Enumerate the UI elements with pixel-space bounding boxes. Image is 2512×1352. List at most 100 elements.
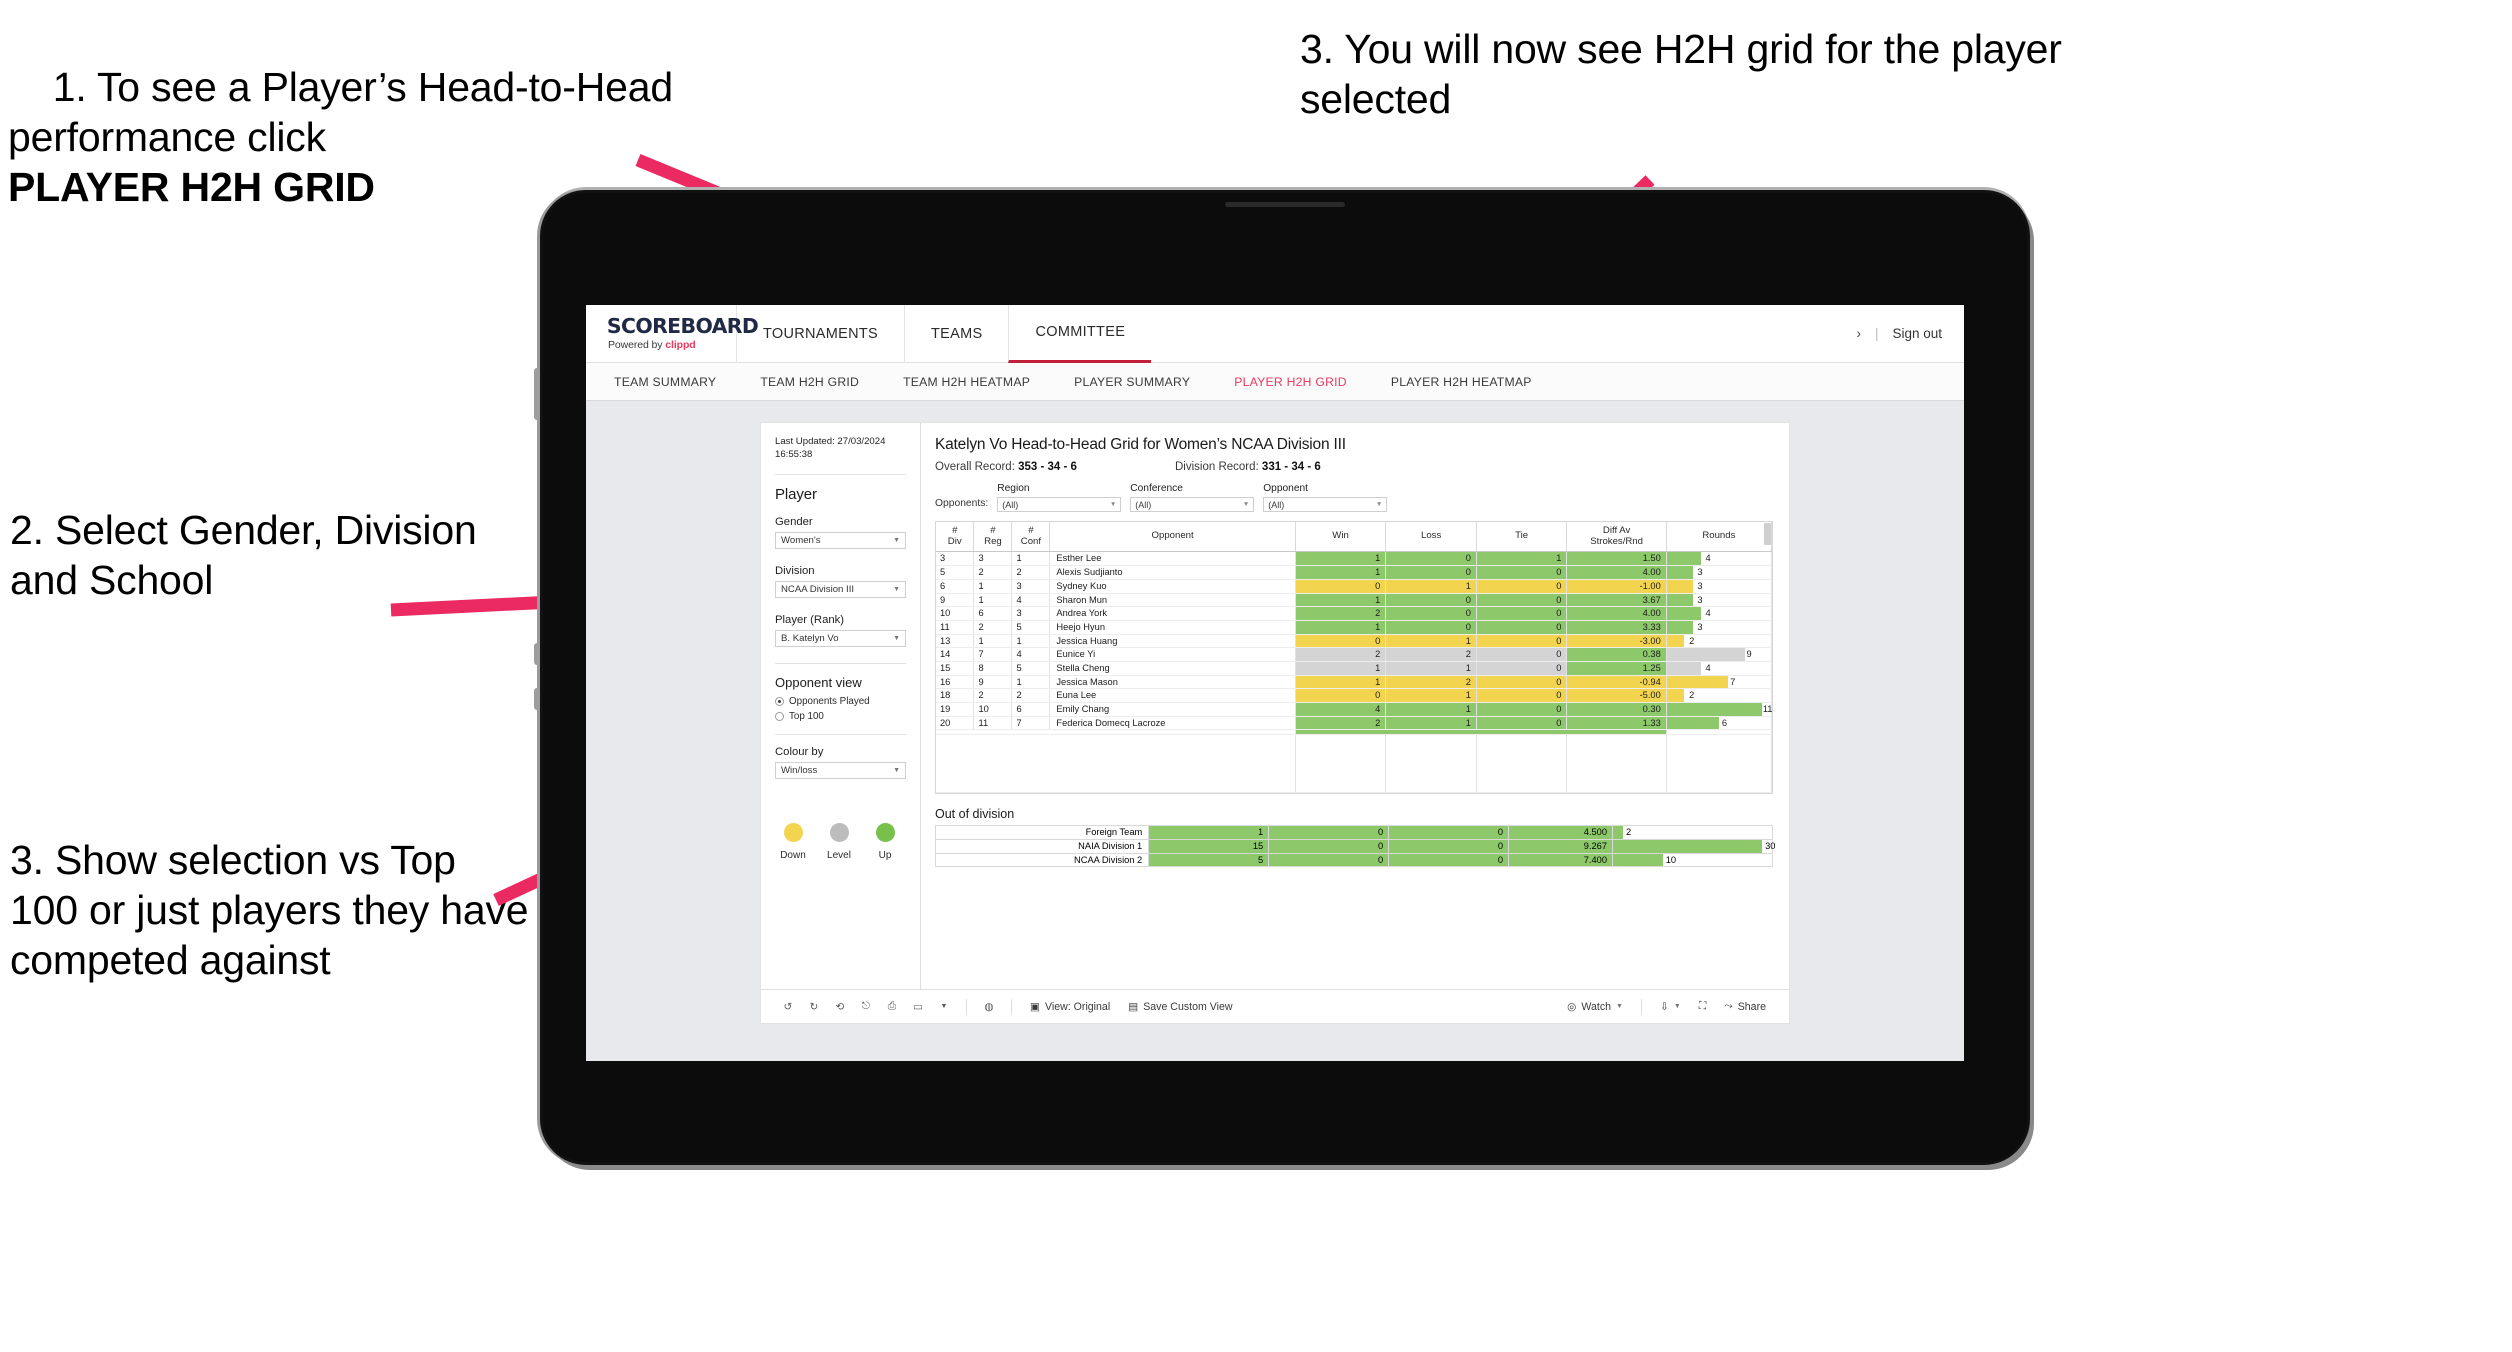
cell-win: 1 — [1295, 661, 1387, 676]
filter-opponent: Opponent (All) ▼ — [1263, 483, 1388, 512]
revert-icon[interactable]: ⟲ — [827, 1001, 853, 1013]
filter-conference-select[interactable]: (All) ▼ — [1130, 497, 1255, 512]
nav-committee[interactable]: COMMITTEE — [1008, 305, 1152, 363]
table-row[interactable]: 19 10 6 Emily Chang 4 1 0 0.30 11 — [936, 702, 1772, 717]
subnav-team-h2h-grid[interactable]: TEAM H2H GRID — [738, 375, 881, 389]
cell-rounds: 4 — [1666, 661, 1773, 676]
chevron-down-icon: ▼ — [893, 766, 900, 774]
radio-opponents-played-label: Opponents Played — [789, 695, 870, 707]
filter-opponent-select[interactable]: (All) ▼ — [1263, 497, 1388, 512]
table-row[interactable]: 15 8 5 Stella Cheng 1 1 0 1.25 4 — [936, 661, 1773, 676]
cell-conf: 4 — [1011, 647, 1051, 662]
save-custom-view-button[interactable]: ▤ Save Custom View — [1119, 1001, 1241, 1013]
view-original-button[interactable]: ▣ View: Original — [1021, 1001, 1119, 1013]
subnav-team-h2h-heatmap[interactable]: TEAM H2H HEATMAP — [881, 375, 1052, 389]
cell-reg: 7 — [973, 647, 1013, 662]
colour-by-value: Win/loss — [781, 764, 818, 776]
cell-rounds: 4 — [1666, 551, 1773, 567]
subnav-player-h2h-heatmap[interactable]: PLAYER H2H HEATMAP — [1369, 375, 1554, 389]
dashboard-area: Last Updated: 27/03/2024 16:55:38 Player… — [586, 401, 1964, 1023]
cell-reg: 1 — [973, 593, 1013, 608]
cell-opponent: Sharon Mun — [1049, 593, 1296, 608]
filter-region-value: (All) — [1002, 499, 1019, 510]
radio-top-100[interactable]: Top 100 — [775, 711, 906, 722]
table-row[interactable]: 9 1 4 Sharon Mun 1 0 0 3.67 3 — [936, 593, 1773, 608]
cell-rounds: 2 — [1666, 634, 1773, 649]
player-rank-select[interactable]: B. Katelyn Vo ▼ — [775, 629, 906, 647]
watch-button[interactable]: ◎ Watch ▼ — [1558, 1001, 1632, 1013]
ood-rounds: 2 — [1612, 825, 1773, 841]
division-select[interactable]: NCAA Division III ▼ — [775, 580, 906, 598]
out-of-division-row[interactable]: Foreign Team 1 0 0 4.500 2 — [934, 825, 1773, 841]
subnav-player-summary[interactable]: PLAYER SUMMARY — [1052, 375, 1212, 389]
legend-item-down: Down — [779, 822, 807, 861]
undo-icon[interactable]: ↺ — [775, 1001, 801, 1013]
player-rank-value: B. Katelyn Vo — [781, 632, 839, 644]
colour-by-select[interactable]: Win/loss ▼ — [775, 761, 906, 779]
radio-opponents-played[interactable]: Opponents Played — [775, 696, 906, 707]
ood-rounds: 10 — [1612, 852, 1773, 868]
account-chevron-icon[interactable]: › — [1856, 326, 1861, 341]
gender-select[interactable]: Women's ▼ — [775, 531, 906, 549]
overall-record-value: 353 - 34 - 6 — [1018, 461, 1077, 473]
col-diff-av-strokes: Diff Av Strokes/Rnd — [1566, 522, 1667, 553]
tablet-device-frame: SCOREBOARD Powered by clippd TOURNAMENTS… — [534, 190, 2030, 1165]
chevron-down-icon: ▼ — [1375, 501, 1383, 508]
share-button[interactable]: ⤳ Share — [1715, 1000, 1775, 1013]
refresh-icon[interactable]: ⎋ — [853, 1000, 879, 1013]
col-div-text: Div — [947, 535, 962, 547]
tableau-viz: Last Updated: 27/03/2024 16:55:38 Player… — [761, 423, 1789, 1023]
redo-icon[interactable]: ↻ — [801, 1001, 827, 1013]
fullscreen-button[interactable]: ⛶ — [1690, 1000, 1715, 1013]
table-row[interactable]: 10 6 3 Andrea York 2 0 0 4.00 4 — [936, 606, 1773, 621]
cell-tie: 0 — [1476, 593, 1568, 608]
cell-tie: 0 — [1476, 661, 1568, 676]
zoom-icon[interactable]: ▭ — [905, 1001, 931, 1013]
ood-loss: 0 — [1268, 839, 1390, 854]
filter-region-select[interactable]: (All) ▼ — [997, 497, 1122, 512]
cell-loss: 2 — [1385, 675, 1477, 690]
clippd-brand: clippd — [665, 339, 696, 351]
cell-tie: 0 — [1476, 606, 1568, 621]
brand-logo[interactable]: SCOREBOARD Powered by clippd — [586, 316, 759, 351]
ood-loss: 0 — [1268, 852, 1390, 868]
out-of-division-row[interactable]: NAIA Division 1 15 0 0 9.267 30 — [934, 839, 1775, 854]
cell-reg: 1 — [973, 579, 1013, 594]
table-row[interactable]: 13 1 1 Jessica Huang 0 1 0 -3.00 2 — [936, 634, 1773, 649]
download-button[interactable]: ⇩ ▼ — [1651, 1001, 1690, 1013]
table-row[interactable]: 20 11 7 Federica Domecq Lacroze 2 1 0 1.33 6 — [936, 716, 1773, 731]
table-row[interactable]: 3 3 1 Esther Lee 1 0 1 1.50 4 — [936, 551, 1773, 567]
nav-teams[interactable]: TEAMS — [904, 305, 1008, 363]
nav-tournaments[interactable]: TOURNAMENTS — [736, 305, 904, 363]
table-row[interactable]: 18 2 2 Euna Lee 0 1 0 -5.00 2 — [936, 688, 1773, 704]
cell-loss: 1 — [1385, 634, 1477, 649]
table-row[interactable]: 16 9 1 Jessica Mason 1 2 0 -0.94 7 — [936, 675, 1773, 690]
pause-updates-icon[interactable]: ⎙ — [879, 1000, 905, 1013]
cell-rounds: 3 — [1666, 565, 1773, 580]
panel-divider-2 — [775, 662, 906, 664]
toolbar-divider-2 — [1011, 998, 1012, 1015]
table-row[interactable]: 5 2 2 Alexis Sudjianto 1 0 0 4.00 3 — [936, 565, 1773, 580]
filter-region-label: Region — [997, 483, 1030, 494]
h2h-grid: # Div # Reg # Conf Opponent Win Loss Tie Di… — [935, 521, 1773, 795]
highlight-icon[interactable]: ◍ — [976, 1001, 1002, 1013]
grid-scrollbar[interactable] — [1764, 523, 1771, 545]
col-diff-line2: Strokes/Rnd — [1590, 535, 1643, 547]
chevron-down-icon: ▼ — [1616, 1003, 1623, 1010]
cell-tie: 0 — [1476, 647, 1568, 662]
cell-opponent: Heejo Hyun — [1049, 620, 1296, 635]
chevron-down-icon: ▼ — [1673, 1003, 1681, 1010]
table-row[interactable]: 6 1 3 Sydney Kuo 0 1 0 -1.00 3 — [936, 579, 1773, 594]
out-of-division-row[interactable]: NCAA Division 2 5 0 0 7.400 10 — [934, 852, 1773, 868]
chevron-down-icon[interactable]: ▼ — [931, 1003, 957, 1010]
cell-div: 15 — [936, 661, 975, 676]
cell-tie: 0 — [1476, 675, 1568, 690]
cell-div: 3 — [936, 551, 975, 567]
sign-out-link[interactable]: Sign out — [1892, 326, 1942, 341]
ood-win: 15 — [1148, 839, 1270, 854]
chevron-down-icon: ▼ — [893, 634, 900, 642]
table-row[interactable]: 14 7 4 Eunice Yi 2 2 0 0.38 9 — [936, 647, 1773, 662]
subnav-team-summary[interactable]: TEAM SUMMARY — [606, 375, 738, 389]
table-row[interactable]: 11 2 5 Heejo Hyun 1 0 0 3.33 3 — [936, 620, 1773, 635]
subnav-player-h2h-grid[interactable]: PLAYER H2H GRID — [1212, 375, 1369, 389]
